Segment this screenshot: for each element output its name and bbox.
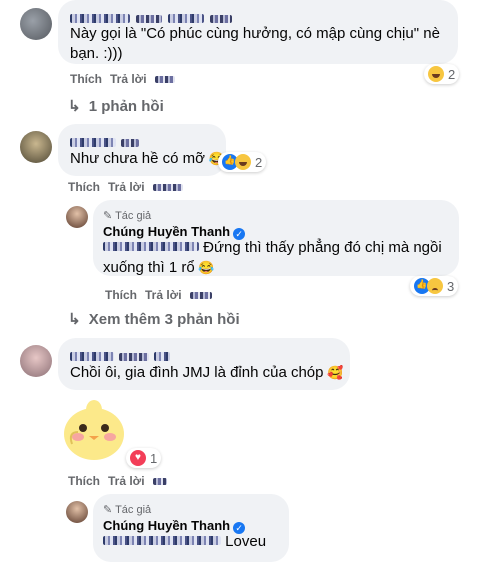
comment-text: Như chưa hề có mỡ 😂 bbox=[70, 150, 225, 167]
reply-button[interactable]: Trả lời bbox=[145, 288, 182, 302]
comment-actions: Thích Trả lời bbox=[68, 180, 191, 194]
timestamp-redacted[interactable] bbox=[154, 76, 175, 83]
reaction-summary[interactable]: 3 bbox=[410, 276, 459, 296]
reply-button[interactable]: Trả lời bbox=[110, 72, 147, 86]
author-name[interactable]: Chúng Huyền Thanh bbox=[103, 518, 230, 533]
mention-redacted[interactable] bbox=[103, 242, 199, 251]
like-button[interactable]: Thích bbox=[70, 72, 102, 86]
view-more-replies-link[interactable]: ↳ Xem thêm 3 phản hồi bbox=[68, 310, 240, 328]
sticker-reaction-summary[interactable]: ♥ 1 bbox=[126, 448, 162, 468]
author-avatar[interactable] bbox=[66, 206, 88, 228]
reply-actions: Thích Trả lời bbox=[105, 288, 220, 302]
author-name[interactable]: Chúng Huyền Thanh bbox=[103, 224, 230, 239]
author-tag: ✎ Tác giả bbox=[103, 210, 152, 222]
reply-bubble: ✎ Tác giả Chúng Huyền Thanh ✓ Đứng thì th… bbox=[93, 200, 459, 276]
comment-bubble: Này gọi là "Có phúc cùng hưởng, có mập c… bbox=[58, 0, 458, 64]
comment-text: Này gọi là "Có phúc cùng hưởng, có mập c… bbox=[70, 25, 440, 62]
timestamp-redacted[interactable] bbox=[189, 292, 212, 299]
sad-reaction-icon bbox=[427, 278, 443, 294]
pencil-icon: ✎ bbox=[103, 504, 113, 516]
reply-arrow-icon: ↳ bbox=[68, 98, 81, 115]
view-replies-link[interactable]: ↳ 1 phản hồi bbox=[68, 97, 164, 115]
commenter-avatar[interactable] bbox=[20, 131, 52, 163]
reaction-summary[interactable]: 2 bbox=[218, 152, 267, 172]
commenter-avatar[interactable] bbox=[20, 345, 52, 377]
pencil-icon: ✎ bbox=[103, 210, 113, 222]
comment-actions: Thích Trả lời bbox=[70, 72, 183, 86]
comment-text: Chồi ôi, gia đình JMJ là đỉnh của chóp 🥰 bbox=[70, 364, 344, 381]
comment-actions: Thích Trả lời bbox=[68, 474, 175, 488]
reply-bubble: ✎ Tác giả Chúng Huyền Thanh ✓ Loveu bbox=[93, 494, 289, 562]
like-button[interactable]: Thích bbox=[68, 180, 100, 194]
sticker-image[interactable] bbox=[58, 392, 128, 464]
reaction-summary[interactable]: 2 bbox=[424, 64, 460, 84]
reply-text: Đứng thì thấy phẳng đó chị mà ngồi xuống… bbox=[103, 239, 442, 276]
reply-button[interactable]: Trả lời bbox=[108, 474, 145, 488]
author-tag: ✎ Tác giả bbox=[103, 504, 152, 516]
reply-arrow-icon: ↳ bbox=[68, 311, 81, 328]
smiling-hearts-emoji-icon: 🥰 bbox=[323, 365, 344, 380]
timestamp-redacted[interactable] bbox=[152, 184, 183, 191]
commenter-avatar[interactable] bbox=[20, 8, 52, 40]
author-avatar[interactable] bbox=[66, 501, 88, 523]
timestamp-redacted[interactable] bbox=[152, 478, 167, 485]
mention-redacted[interactable] bbox=[103, 536, 221, 545]
love-reaction-icon: ♥ bbox=[130, 450, 146, 466]
reply-text: Loveu bbox=[103, 532, 266, 552]
comment-bubble: Chồi ôi, gia đình JMJ là đỉnh của chóp 🥰 bbox=[58, 338, 350, 390]
comment-bubble: Như chưa hề có mỡ 😂 bbox=[58, 124, 226, 176]
like-button[interactable]: Thích bbox=[68, 474, 100, 488]
reply-button[interactable]: Trả lời bbox=[108, 180, 145, 194]
like-button[interactable]: Thích bbox=[105, 288, 137, 302]
haha-reaction-icon bbox=[428, 66, 444, 82]
haha-reaction-icon bbox=[235, 154, 251, 170]
laughing-emoji-icon: 😂 bbox=[194, 260, 215, 275]
